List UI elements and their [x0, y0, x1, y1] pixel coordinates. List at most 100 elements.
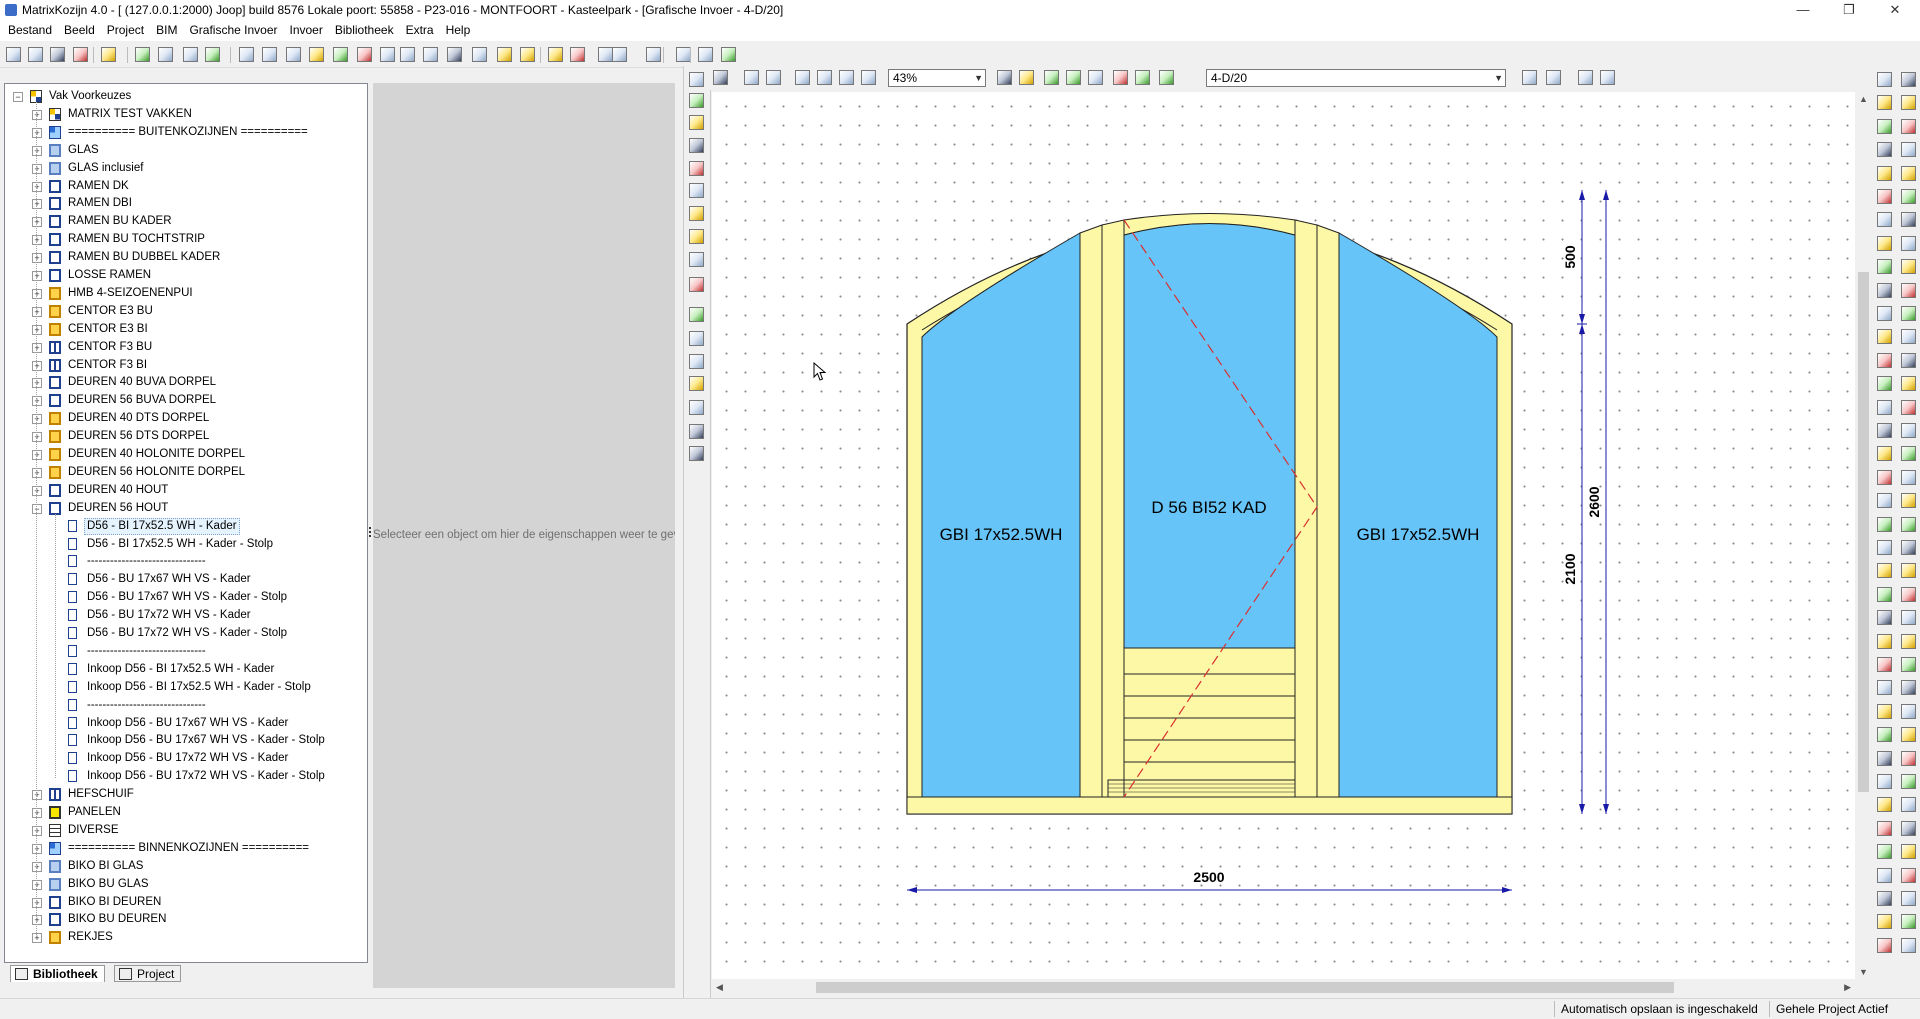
drawing-tool-11-icon[interactable] — [1066, 70, 1081, 85]
menu-grafische-invoer[interactable]: Grafische Invoer — [185, 21, 281, 39]
element-tool-20-icon[interactable] — [1901, 282, 1916, 298]
tree-category[interactable]: + CENTOR F3 BI — [5, 357, 367, 374]
element-tool-50-icon[interactable] — [1901, 633, 1916, 649]
tree-leaf[interactable]: Inkoop D56 - BU 17x72 WH VS - Kader - St… — [5, 768, 367, 785]
element-tool-61-icon[interactable] — [1877, 774, 1892, 789]
library-tree[interactable]: − Vak Voorkeuzes + MATRIX TEST VAKKEN + =====… — [4, 83, 368, 963]
expand-icon[interactable]: + — [32, 253, 42, 264]
element-tool-30-icon[interactable] — [1901, 399, 1916, 415]
tree-category[interactable]: + DEUREN 40 DTS DORPEL — [5, 410, 367, 427]
menu-bibliotheek[interactable]: Bibliotheek — [331, 21, 398, 39]
element-tool-55-icon[interactable] — [1877, 703, 1892, 719]
scroll-thumb[interactable] — [816, 982, 1674, 993]
expand-icon[interactable]: + — [32, 360, 42, 371]
tree-root[interactable]: − Vak Voorkeuzes — [5, 88, 367, 105]
toolbar-tool-23-icon[interactable] — [548, 47, 563, 62]
tree-category[interactable]: + REKJES — [5, 929, 367, 946]
toolbar-tool-27-icon[interactable] — [646, 47, 661, 62]
toolbar-tool-18-icon[interactable] — [423, 47, 438, 62]
toolbar-tool-12-icon[interactable] — [286, 47, 301, 62]
drawing-tool-6-icon[interactable] — [839, 70, 854, 85]
toolbar-tool-14-icon[interactable] — [333, 47, 348, 62]
scroll-right-icon[interactable]: ▶ — [1844, 982, 1851, 993]
toolbar-tool-17-icon[interactable] — [400, 47, 415, 62]
element-tool-17-icon[interactable] — [1877, 259, 1892, 275]
element-tool-42-icon[interactable] — [1901, 540, 1916, 555]
toolbar-tool-10-icon[interactable] — [239, 47, 254, 62]
scroll-thumb[interactable] — [1858, 272, 1869, 792]
element-tool-3-icon[interactable] — [1877, 95, 1892, 111]
element-tool-33-icon[interactable] — [1877, 446, 1892, 462]
tree-category[interactable]: + RAMEN DBI — [5, 195, 367, 212]
toolbar-tool-11-icon[interactable] — [262, 47, 277, 62]
element-tool-54-icon[interactable] — [1901, 680, 1916, 696]
expand-icon[interactable]: + — [32, 467, 42, 478]
element-tool-15-icon[interactable] — [1877, 235, 1892, 251]
expand-icon[interactable]: + — [32, 342, 42, 353]
expand-icon[interactable]: + — [32, 145, 42, 156]
expand-icon[interactable]: + — [32, 879, 42, 890]
element-tool-56-icon[interactable] — [1901, 703, 1916, 719]
scroll-down-icon[interactable]: ▼ — [1859, 967, 1868, 977]
toolbar-tool-20-icon[interactable] — [472, 47, 487, 62]
tree-category[interactable]: + HMB 4-SEIZOENENPUI — [5, 285, 367, 302]
expand-icon[interactable]: + — [32, 378, 42, 389]
tree-leaf[interactable]: ------------------------------- — [5, 643, 367, 660]
element-tool-65-icon[interactable] — [1877, 820, 1892, 836]
element-tool-74-icon[interactable] — [1901, 914, 1916, 930]
tree-leaf[interactable]: D56 - BU 17x72 WH VS - Kader - Stolp — [5, 625, 367, 642]
element-tool-59-icon[interactable] — [1877, 750, 1892, 766]
expand-icon[interactable]: + — [32, 432, 42, 443]
expand-icon[interactable]: + — [32, 306, 42, 317]
expand-icon[interactable]: + — [32, 288, 42, 299]
tree-category[interactable]: + MATRIX TEST VAKKEN — [5, 106, 367, 123]
edit-tool-11-icon[interactable] — [689, 307, 704, 322]
expand-icon[interactable]: + — [32, 790, 42, 801]
element-tool-53-icon[interactable] — [1877, 680, 1892, 696]
tree-leaf[interactable]: D56 - BI 17x52.5 WH - Kader — [5, 517, 367, 535]
element-tool-57-icon[interactable] — [1877, 727, 1892, 743]
edit-tool-10-icon[interactable] — [689, 277, 704, 292]
element-tool-72-icon[interactable] — [1901, 891, 1916, 906]
toolbar-tool-1-icon[interactable] — [6, 47, 21, 62]
tree-category[interactable]: + PANELEN — [5, 804, 367, 821]
element-tool-18-icon[interactable] — [1901, 259, 1916, 275]
element-tool-71-icon[interactable] — [1877, 891, 1892, 906]
expand-icon[interactable]: + — [32, 181, 42, 192]
edit-tool-12-icon[interactable] — [689, 331, 704, 346]
zoom-select[interactable]: 43% ▼ — [888, 69, 986, 87]
element-tool-49-icon[interactable] — [1877, 633, 1892, 649]
close-button[interactable]: ✕ — [1872, 0, 1918, 21]
drawing-tool-18-icon[interactable] — [1578, 70, 1593, 85]
expand-icon[interactable]: + — [32, 933, 42, 944]
element-tool-12-icon[interactable] — [1901, 189, 1916, 204]
tree-leaf[interactable]: D56 - BU 17x67 WH VS - Kader - Stolp — [5, 589, 367, 606]
tree-leaf[interactable]: ------------------------------- — [5, 553, 367, 570]
drawing-tool-2-icon[interactable] — [744, 70, 759, 85]
tree-leaf[interactable]: Inkoop D56 - BU 17x72 WH VS - Kader — [5, 750, 367, 767]
expand-icon[interactable]: + — [32, 414, 42, 425]
toolbar-tool-13-icon[interactable] — [309, 47, 324, 62]
scroll-up-icon[interactable]: ▲ — [1859, 94, 1868, 104]
tree-category[interactable]: + GLAS inclusief — [5, 160, 367, 177]
tree-category[interactable]: + RAMEN BU DUBBEL KADER — [5, 249, 367, 266]
toolbar-tool-7-icon[interactable] — [158, 47, 173, 62]
toolbar-tool-22-icon[interactable] — [520, 47, 535, 62]
expand-icon[interactable]: + — [32, 843, 42, 854]
tree-leaf[interactable]: ------------------------------- — [5, 697, 367, 714]
element-tool-51-icon[interactable] — [1877, 657, 1892, 672]
expand-icon[interactable]: + — [32, 808, 42, 818]
element-tool-1-icon[interactable] — [1877, 72, 1892, 87]
tree-category[interactable]: + BIKO BI DEUREN — [5, 894, 367, 911]
element-tool-43-icon[interactable] — [1877, 563, 1892, 579]
edit-tool-4-icon[interactable] — [689, 138, 704, 153]
menu-invoer[interactable]: Invoer — [286, 21, 327, 39]
element-tool-75-icon[interactable] — [1877, 937, 1892, 953]
element-tool-38-icon[interactable] — [1901, 493, 1916, 509]
toolbar-tool-30-icon[interactable] — [721, 47, 736, 62]
drawing-tool-16-icon[interactable] — [1522, 70, 1537, 85]
vertical-scrollbar[interactable]: ▲ ▼ — [1855, 92, 1872, 979]
edit-tool-17-icon[interactable] — [689, 446, 704, 461]
edit-tool-8-icon[interactable] — [689, 229, 704, 244]
element-tool-60-icon[interactable] — [1901, 750, 1916, 766]
